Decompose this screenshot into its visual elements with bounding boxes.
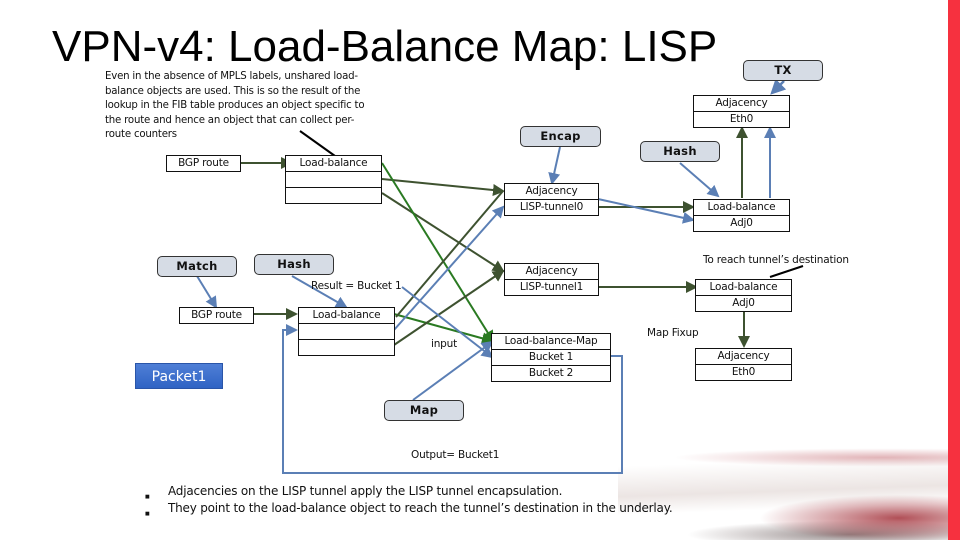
load-balance-map-bucket-1: Bucket 1 [492,350,610,366]
output-label: Output= Bucket1 [411,449,500,461]
adjacency-eth0-top-box[interactable]: Adjacency Eth0 [693,95,790,128]
bullet-icon: ■ [145,511,150,517]
load-balance-adj0-bottom-box[interactable]: Load-balance Adj0 [695,279,792,312]
load-balance-mid-header: Load-balance [299,308,394,324]
load-balance-adj0-bottom-name: Adj0 [732,297,755,309]
load-balance-top-box[interactable]: Load-balance [285,155,382,204]
result-label: Result = Bucket 1 [311,280,402,292]
input-label: input [431,338,458,350]
hash-left-pill[interactable]: Hash [254,254,334,275]
adjacency-lisp-tunnel0-box[interactable]: Adjacency LISP-tunnel0 [504,183,599,216]
reach-pointer [769,265,804,278]
wire-encap-to-adj0 [548,146,561,185]
bgp-route-mid-label: BGP route [191,309,242,321]
load-balance-top-slot-1 [286,172,381,188]
load-balance-top-header: Load-balance [286,156,381,172]
slide-title: VPN-v4: Load-Balance Map: LISP [52,22,718,71]
load-balance-top-slot-2 [286,188,381,203]
wire-lb-top-to-adj0 [381,178,505,196]
bullet-text: They point to the load-balance object to… [168,501,673,515]
load-balance-adj0-top-name: Adj0 [730,217,753,229]
wire-tx-to-adjeth0 [770,78,787,95]
adjacency-eth0-bottom-name: Eth0 [731,366,756,378]
adjacency-eth0-bottom-box[interactable]: Adjacency Eth0 [695,348,792,381]
encap-pill[interactable]: Encap [520,126,601,147]
adjacency-lisp-tunnel1-header: Adjacency [505,264,598,280]
load-balance-mid-slot-1 [299,324,394,340]
bgp-route-mid-box[interactable]: BGP route [179,307,254,324]
load-balance-adj0-bottom-header: Load-balance [696,280,791,296]
reach-destination-label: To reach tunnel’s destination [703,254,849,266]
load-balance-adj0-top-header: Load-balance [694,200,789,216]
bgp-route-top-box[interactable]: BGP route [166,155,241,172]
adjacency-lisp-tunnel0-header: Adjacency [505,184,598,200]
wire-lb-mid-to-adj0-blue [393,205,505,331]
wire-map-to-lbmap [412,340,494,401]
load-balance-map-box[interactable]: Load-balance-Map Bucket 1 Bucket 2 [491,333,611,382]
load-balance-map-header: Load-balance-Map [492,334,610,350]
load-balance-map-bucket-2: Bucket 2 [528,367,574,379]
adjacency-eth0-top-header: Adjacency [694,96,789,112]
bullet-list: ■ Adjacencies on the LISP tunnel apply t… [145,483,673,517]
map-pill[interactable]: Map [384,400,464,421]
adjacency-eth0-top-name: Eth0 [729,113,754,125]
map-fixup-label: Map Fixup [647,327,699,339]
hash-right-pill[interactable]: Hash [640,141,720,162]
load-balance-mid-box[interactable]: Load-balance [298,307,395,356]
wire-hash-to-lbadj0 [679,162,720,198]
bullet-item: ■ Adjacencies on the LISP tunnel apply t… [145,483,673,500]
adjacency-lisp-tunnel0-name: LISP-tunnel0 [519,201,584,213]
wire-adj0-to-lbadj0-blue [597,198,695,224]
bgp-route-top-label: BGP route [178,157,229,169]
adjacency-lisp-tunnel1-name: LISP-tunnel1 [519,281,584,293]
adjacency-eth0-bottom-header: Adjacency [696,349,791,365]
wire-match-to-bgp [196,275,218,309]
tx-pill[interactable]: TX [743,60,823,81]
packet1-button[interactable]: Packet1 [135,363,223,389]
load-balance-adj0-top-box[interactable]: Load-balance Adj0 [693,199,790,232]
load-balance-mid-slot-2 [299,340,394,355]
bullet-item: ■ They point to the load-balance object … [145,500,673,517]
adjacency-lisp-tunnel1-box[interactable]: Adjacency LISP-tunnel1 [504,263,599,296]
bullet-text: Adjacencies on the LISP tunnel apply the… [168,484,563,498]
explanatory-note: Even in the absence of MPLS labels, unsh… [105,71,365,141]
match-pill[interactable]: Match [157,256,237,277]
wire-lb-mid-to-adj1 [393,269,505,346]
